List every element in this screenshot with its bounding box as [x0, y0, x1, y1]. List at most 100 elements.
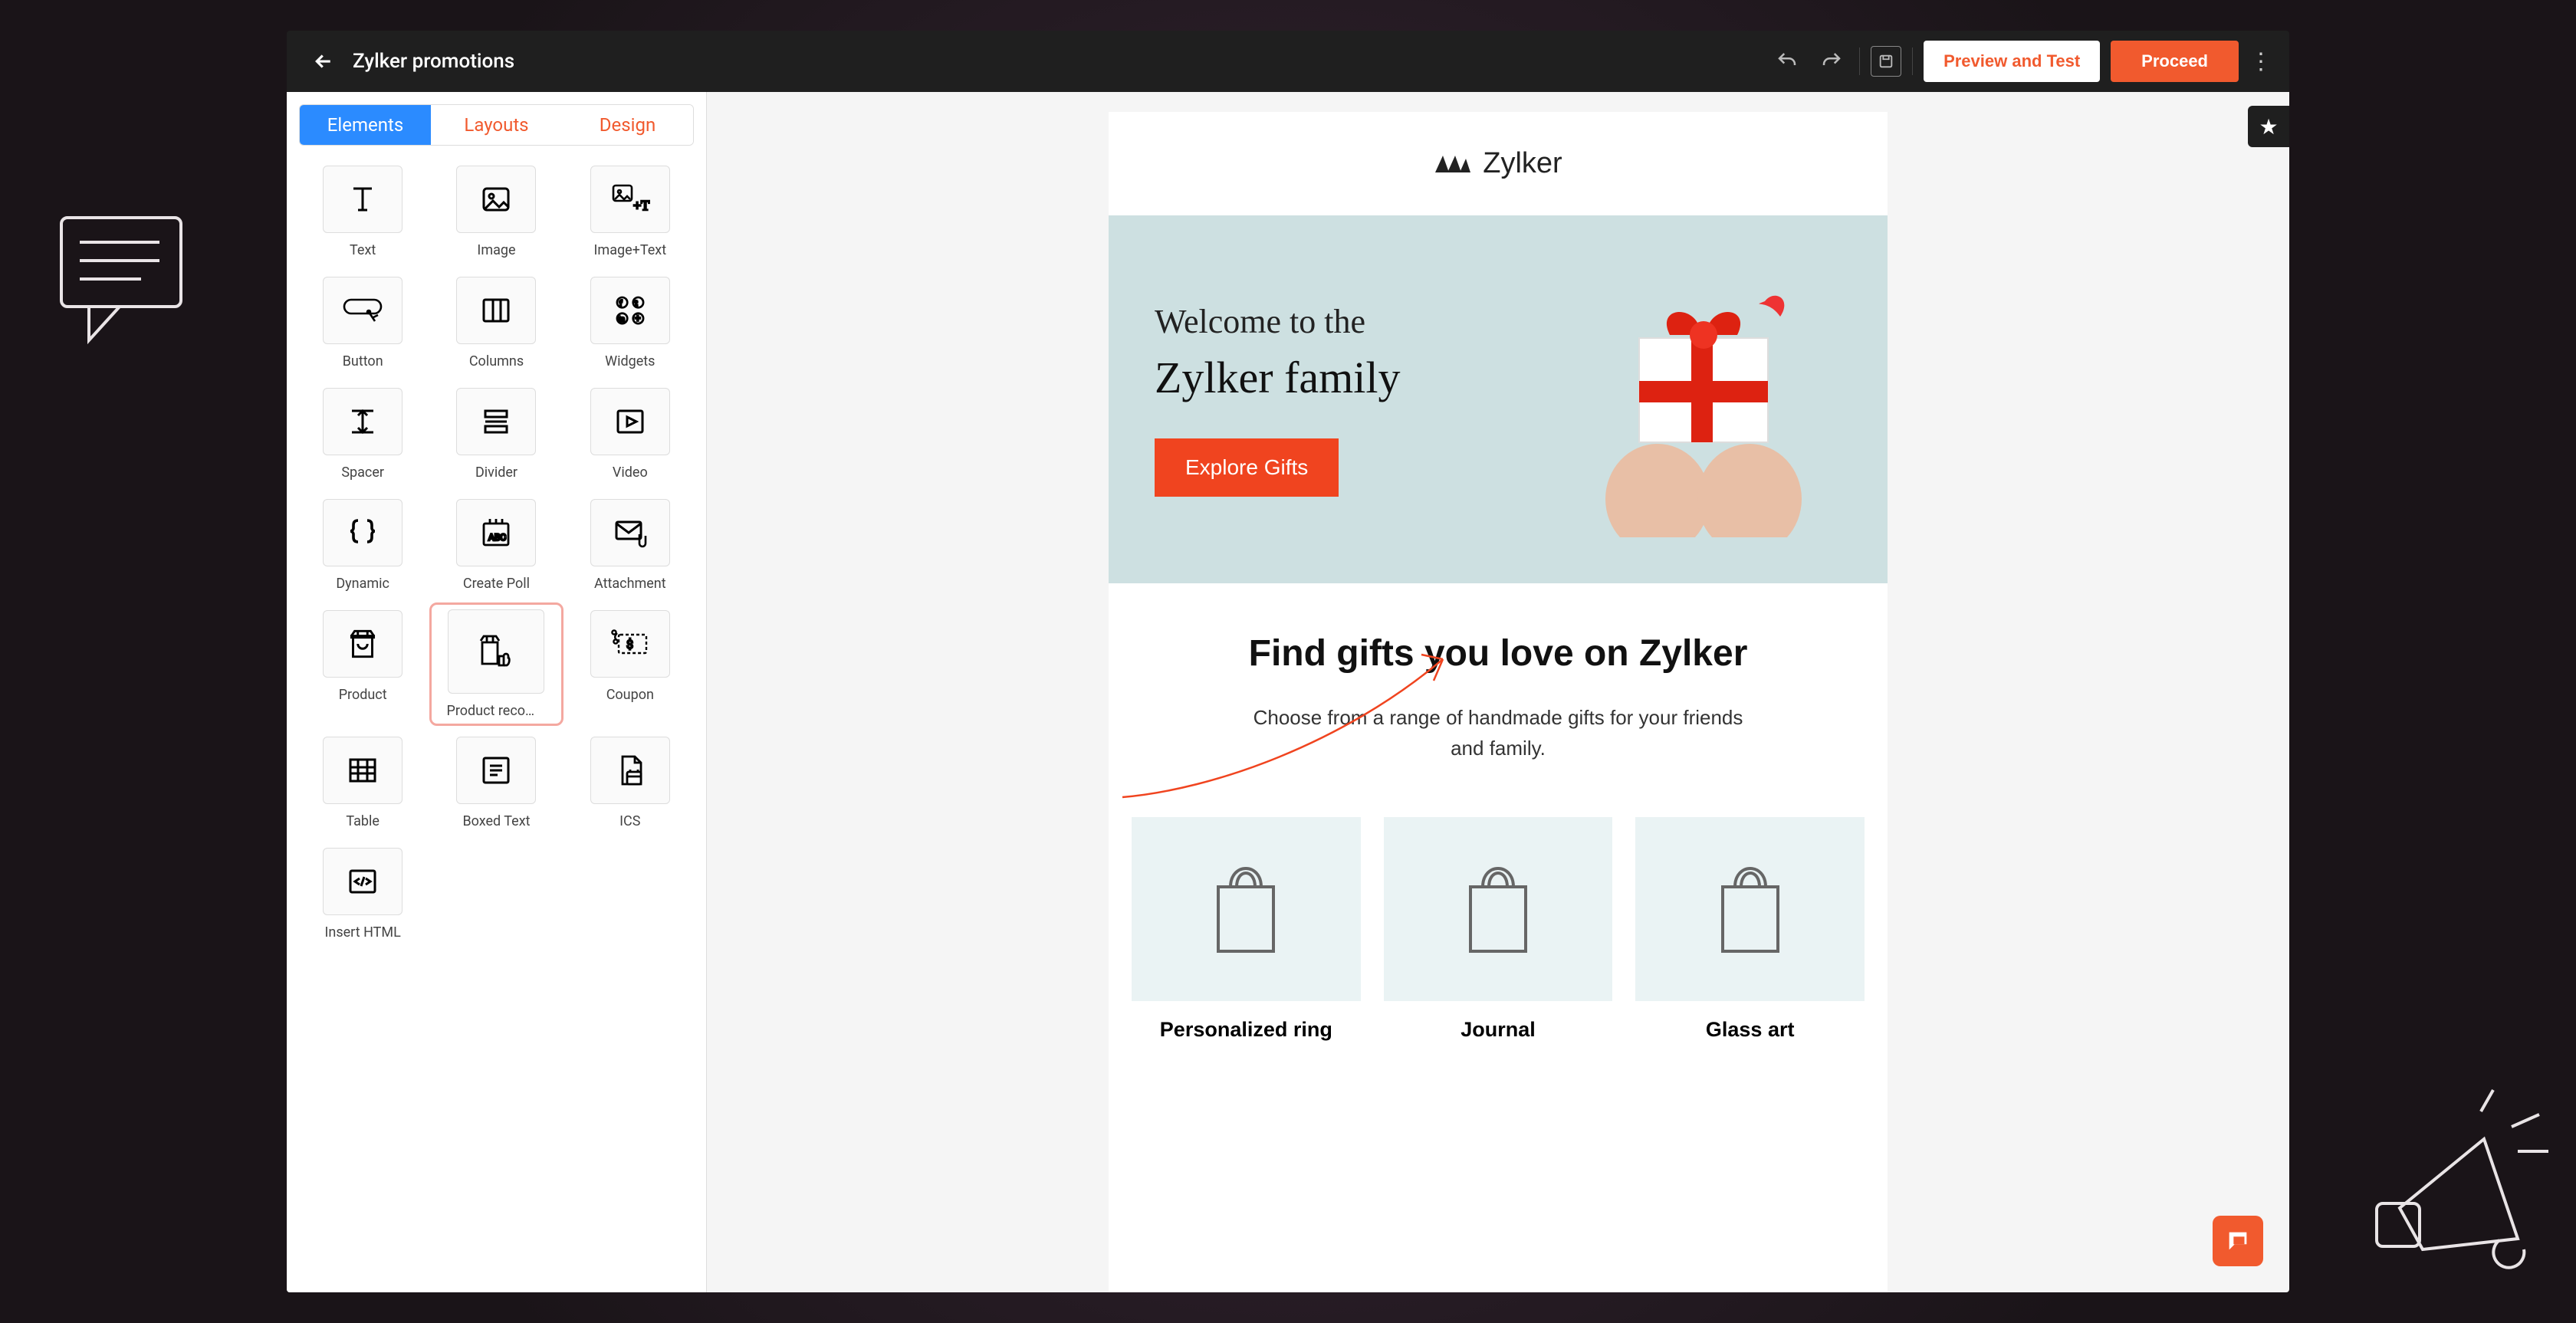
zylker-logo-icon [1434, 151, 1472, 177]
product-rec-icon [448, 609, 544, 694]
element-inserthtml[interactable]: Insert HTML [305, 848, 420, 941]
save-button[interactable] [1871, 46, 1901, 77]
svg-text:$: $ [626, 637, 633, 652]
coupon-icon: $ [590, 610, 670, 678]
element-label: Image [477, 242, 515, 258]
svg-text:t: t [635, 298, 638, 308]
email-heading: Find gifts you love on Zylker [1139, 629, 1857, 679]
element-label: Create Poll [463, 576, 530, 592]
hero-text: Welcome to the Zylker family Explore Gif… [1155, 302, 1558, 497]
text-icon [323, 166, 402, 233]
element-label: Coupon [606, 687, 654, 703]
app-body: Elements Layouts Design Text Image +T Image… [287, 92, 2289, 1292]
element-label: Insert HTML [325, 924, 401, 941]
product-name: Personalized ring [1132, 1018, 1361, 1042]
element-label: Attachment [594, 576, 666, 592]
hero-image [1558, 261, 1849, 537]
element-video[interactable]: Video [573, 388, 688, 481]
megaphone-doodle [2315, 1062, 2561, 1308]
product-card[interactable]: Personalized ring [1132, 817, 1361, 1042]
top-bar: Zylker promotions Preview and Test Proce… [287, 31, 2289, 92]
element-label: Table [346, 813, 380, 829]
element-label: Product [339, 687, 387, 703]
button-icon [323, 277, 402, 344]
element-button[interactable]: Button [305, 277, 420, 369]
chat-bubble-doodle [31, 199, 230, 383]
element-ics[interactable]: ICS [573, 737, 688, 829]
tab-elements[interactable]: Elements [300, 105, 431, 145]
html-icon [323, 848, 402, 915]
element-divider[interactable]: Divider [439, 388, 554, 481]
svg-text:+: + [635, 314, 640, 325]
element-spacer[interactable]: Spacer [305, 388, 420, 481]
shopping-bag-icon [1635, 817, 1865, 1001]
element-columns[interactable]: Columns [439, 277, 554, 369]
top-actions: Preview and Test Proceed ⋮ [1770, 41, 2271, 82]
proceed-button[interactable]: Proceed [2111, 41, 2239, 82]
element-imagetext[interactable]: +T Image+Text [573, 166, 688, 258]
tab-design[interactable]: Design [562, 105, 693, 145]
element-dynamic[interactable]: Dynamic [305, 499, 420, 592]
element-label: Video [613, 465, 648, 481]
product-card[interactable]: Glass art [1635, 817, 1865, 1042]
element-productrec[interactable]: Product recommend… [429, 602, 563, 726]
spacer-icon [323, 388, 402, 455]
explore-gifts-button[interactable]: Explore Gifts [1155, 438, 1339, 497]
product-row: Personalized ring JournalGlass art [1109, 817, 1888, 1057]
shopping-bag-icon [1384, 817, 1613, 1001]
element-label: Spacer [341, 465, 384, 481]
sidebar: Elements Layouts Design Text Image +T Image… [287, 92, 707, 1292]
element-createpoll[interactable]: ABC Create Poll [439, 499, 554, 592]
attachment-icon [590, 499, 670, 566]
hero-line-2: Zylker family [1155, 352, 1558, 403]
braces-icon [323, 499, 402, 566]
element-label: Widgets [605, 353, 655, 369]
boxed-text-icon [456, 737, 536, 804]
element-boxedtext[interactable]: Boxed Text [439, 737, 554, 829]
element-label: Divider [475, 465, 518, 481]
divider [1912, 48, 1913, 75]
element-label: Product recommend… [446, 703, 546, 719]
element-label: Text [350, 242, 376, 258]
element-label: Columns [469, 353, 524, 369]
divider-icon [456, 388, 536, 455]
element-label: Button [343, 353, 383, 369]
element-coupon[interactable]: $ Coupon [573, 610, 688, 718]
element-widgets[interactable]: f tin + Widgets [573, 277, 688, 369]
columns-icon [456, 277, 536, 344]
page-title: Zylker promotions [353, 50, 514, 73]
element-text[interactable]: Text [305, 166, 420, 258]
hero-line-1: Welcome to the [1155, 302, 1558, 341]
undo-button[interactable] [1770, 44, 1804, 78]
element-label: Image+Text [594, 242, 667, 258]
canvas: ★ Zylker Welcome to the Z [707, 92, 2289, 1292]
image-text-icon: +T [590, 166, 670, 233]
poll-icon: ABC [456, 499, 536, 566]
element-table[interactable]: Table [305, 737, 420, 829]
ics-icon [590, 737, 670, 804]
table-icon [323, 737, 402, 804]
email-body: Find gifts you love on Zylker Choose fro… [1109, 583, 1888, 817]
svg-text:f: f [619, 298, 623, 308]
element-image[interactable]: Image [439, 166, 554, 258]
chat-fab[interactable] [2213, 1216, 2263, 1266]
tab-layouts[interactable]: Layouts [431, 105, 562, 145]
more-menu-button[interactable]: ⋮ [2249, 48, 2271, 75]
email-paragraph: Choose from a range of handmade gifts fo… [1253, 702, 1743, 764]
image-icon [456, 166, 536, 233]
email-logo: Zylker [1109, 112, 1888, 215]
element-attachment[interactable]: Attachment [573, 499, 688, 592]
favorites-tab[interactable]: ★ [2248, 106, 2289, 147]
preview-and-test-button[interactable]: Preview and Test [1924, 41, 2100, 82]
element-product[interactable]: Product [305, 610, 420, 718]
element-label: Boxed Text [462, 813, 530, 829]
redo-button[interactable] [1815, 44, 1848, 78]
product-card[interactable]: Journal [1384, 817, 1613, 1042]
app-window: Zylker promotions Preview and Test Proce… [287, 31, 2289, 1292]
email-preview: Zylker Welcome to the Zylker family Expl… [1109, 112, 1888, 1292]
email-hero: Welcome to the Zylker family Explore Gif… [1109, 215, 1888, 583]
sidebar-tabs: Elements Layouts Design [299, 104, 694, 146]
back-button[interactable] [305, 50, 342, 73]
svg-text:+T: +T [633, 198, 649, 213]
svg-text:in: in [618, 314, 625, 324]
